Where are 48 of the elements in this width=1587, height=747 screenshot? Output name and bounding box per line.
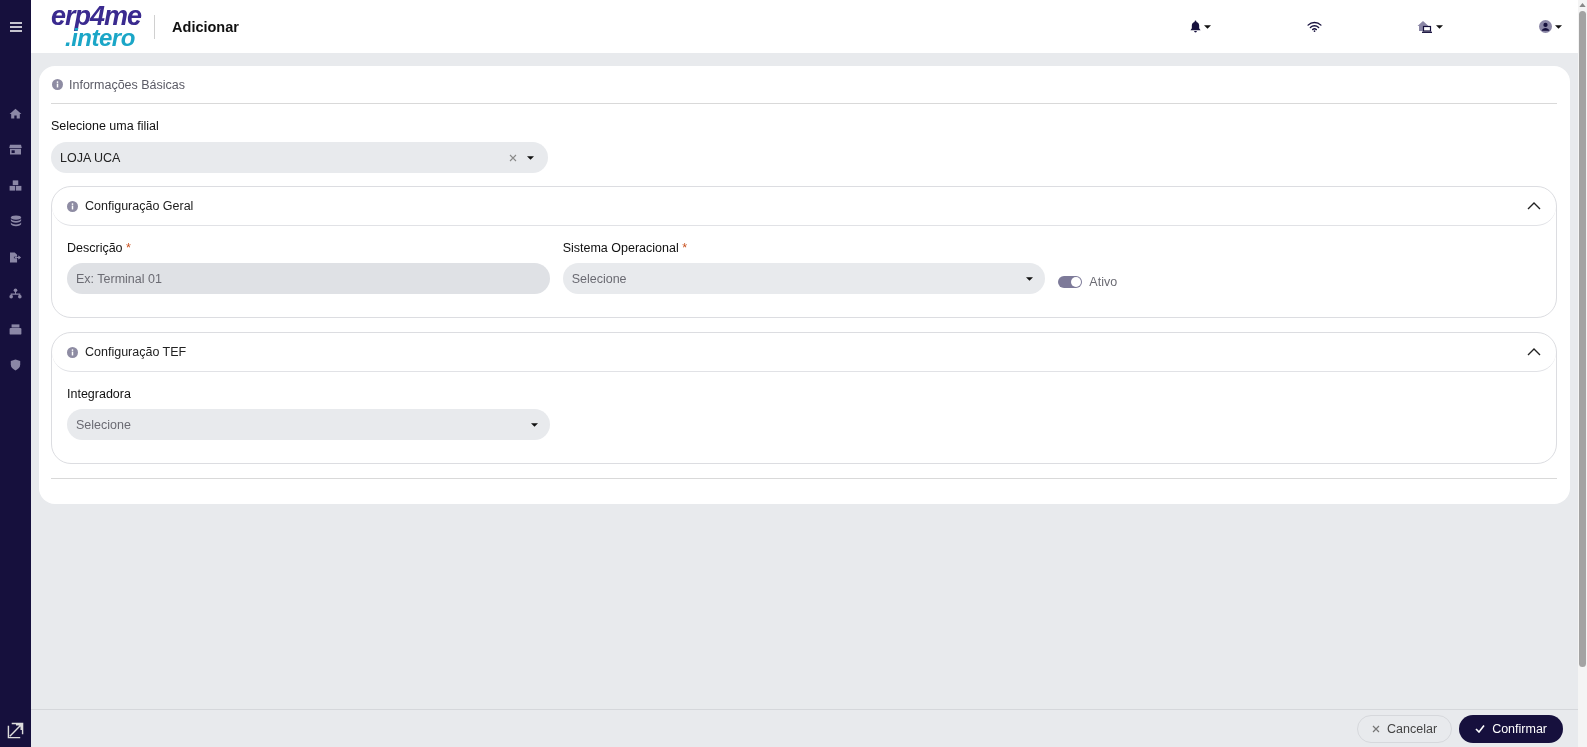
file-arrow-icon[interactable] [9,251,22,263]
section-title: Configuração Geral [85,199,195,213]
clear-icon[interactable] [509,153,517,162]
field-label: Selecione uma filial [51,118,160,134]
confirm-button[interactable]: Confirmar [1459,714,1563,743]
field-label: Integradora [67,386,132,402]
field-label: Sistema Operacional * [562,240,689,256]
caret-icon [527,155,534,160]
section-title: Configuração TEF [85,345,188,359]
bell-icon [1190,20,1201,33]
info-icon [52,79,63,90]
field-label: Descrição * [67,240,132,256]
house-laptop-icon [1417,20,1434,33]
select-field[interactable]: Selecione [67,409,550,440]
toggle-switch[interactable] [1058,276,1083,288]
chevron-icon[interactable] [1527,348,1541,356]
info-icon [67,200,78,212]
scrollbar-thumb[interactable] [1579,11,1586,667]
select-field[interactable]: LOJA UCA [51,142,548,173]
menu-icon[interactable] [9,21,22,32]
info-icon [67,346,78,358]
branch-button[interactable] [1417,20,1444,33]
user-avatar-icon [1538,20,1552,33]
check-icon [1475,724,1486,733]
notifications-button[interactable] [1190,20,1211,33]
caret-icon [1204,24,1211,29]
caret-icon [1436,24,1444,29]
input-field[interactable]: Ex: Terminal 01 [67,263,550,294]
connection-button[interactable] [1306,21,1322,32]
close-icon [1372,724,1381,733]
chevron-icon[interactable] [1527,202,1541,210]
caret-icon [530,422,538,427]
boxes-icon[interactable] [9,179,22,191]
toggle-label: Ativo [1089,275,1118,289]
shield-icon[interactable] [10,359,21,371]
select-field[interactable]: Selecione [562,263,1046,294]
printer-icon[interactable] [9,323,22,335]
card-title: Informações Básicas [69,77,186,92]
wifi-icon [1306,21,1322,32]
caret-icon [1554,24,1562,29]
page-title: Adicionar [172,18,239,35]
sitemap-icon[interactable] [9,287,22,299]
store-icon[interactable] [9,143,22,155]
user-button[interactable] [1538,20,1562,33]
scroll-up-icon[interactable] [1579,3,1586,7]
home-icon[interactable] [9,107,22,119]
coins-icon[interactable] [9,215,22,227]
caret-icon [1026,276,1034,281]
